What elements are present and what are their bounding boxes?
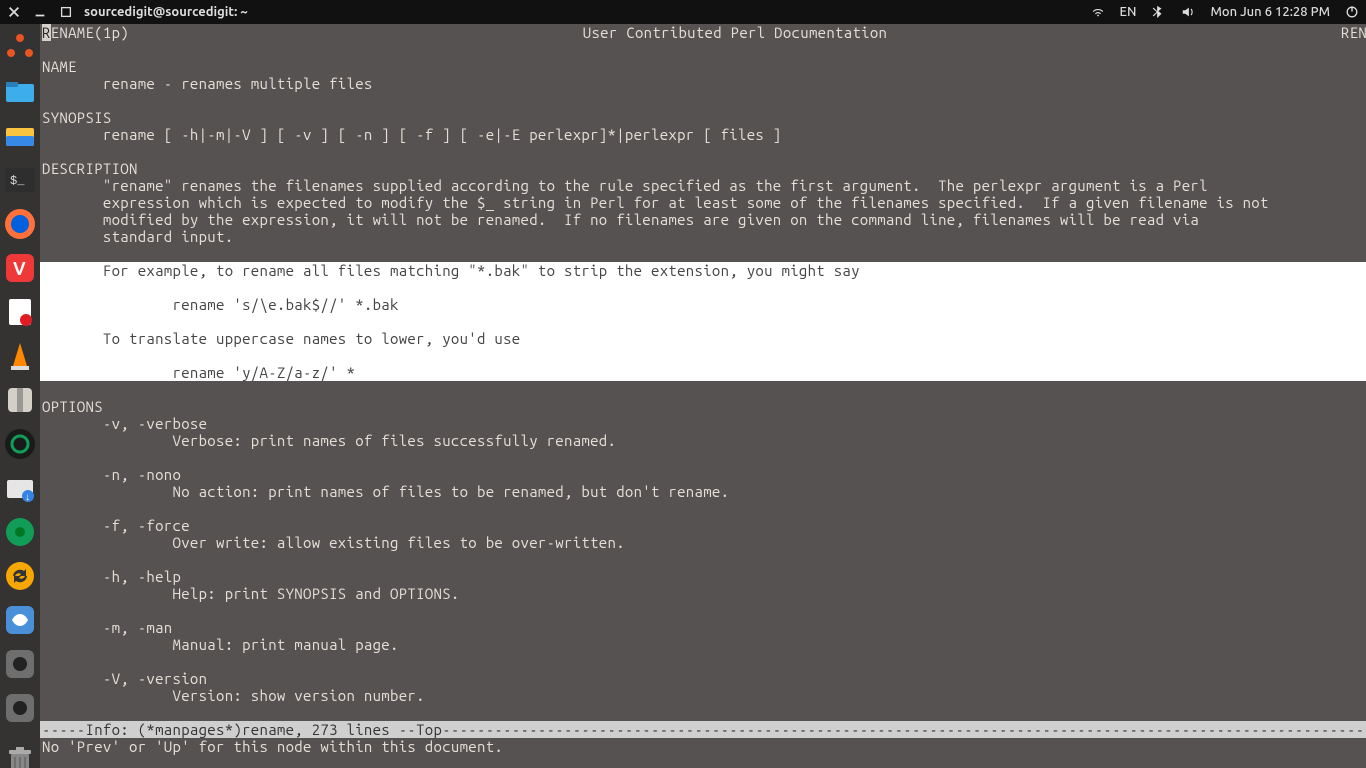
- firefox-app-icon[interactable]: [0, 206, 40, 242]
- topbar-left-group: sourcedigit@sourcedigit: ~: [6, 4, 248, 20]
- desc-line-2: expression which is expected to modify t…: [40, 194, 1366, 211]
- opt-n-desc: No action: print names of files to be re…: [40, 483, 1366, 500]
- nautilus-app-icon[interactable]: [0, 118, 40, 154]
- example-intro: For example, to rename all files matchin…: [40, 262, 1366, 279]
- opt-m-desc: Manual: print manual page.: [40, 636, 1366, 653]
- example-translate: To translate uppercase names to lower, y…: [40, 330, 1366, 347]
- maximize-icon[interactable]: [58, 4, 74, 20]
- highlighted-region: For example, to rename all files matchin…: [40, 262, 1366, 381]
- emacs-minibuffer: No 'Prev' or 'Up' for this node within t…: [40, 738, 1366, 755]
- topbar-right-group: EN Mon Jun 6 12:28 PM: [1090, 4, 1360, 20]
- opt-n-flag: -n, -nono: [40, 466, 1366, 483]
- man-header-left: ENAME(1p): [51, 24, 129, 41]
- svg-text:V: V: [13, 259, 26, 279]
- terminal-window[interactable]: RENAME(1p) User Contributed Perl Documen…: [40, 24, 1366, 768]
- power-icon[interactable]: [1344, 4, 1360, 20]
- opt-h-desc: Help: print SYNOPSIS and OPTIONS.: [40, 585, 1366, 602]
- section-synopsis-title: SYNOPSIS: [40, 109, 1366, 126]
- vivaldi-app-icon[interactable]: V: [0, 250, 40, 286]
- app-icon-blue[interactable]: [0, 602, 40, 638]
- show-apps-button[interactable]: [0, 30, 40, 66]
- volume-icon[interactable]: [1180, 4, 1196, 20]
- archive-app-icon[interactable]: [0, 382, 40, 418]
- launcher-dock: $_ V ↓: [0, 24, 40, 768]
- terminal-app-icon[interactable]: $_: [0, 162, 40, 198]
- example-cmd-2: rename 'y/A-Z/a-z/' *: [40, 364, 1366, 381]
- datetime[interactable]: Mon Jun 6 12:28 PM: [1210, 5, 1330, 19]
- trash-icon[interactable]: [0, 742, 40, 768]
- software-app-icon[interactable]: ↓: [0, 470, 40, 506]
- app-icon-grey-1[interactable]: [0, 646, 40, 682]
- main-row: $_ V ↓ RENAME(1p) User Contributed Perl …: [0, 24, 1366, 768]
- svg-text:$_: $_: [10, 174, 25, 188]
- man-header-right: RENAME(1p): [1341, 24, 1366, 41]
- opt-m-flag: -m, -man: [40, 619, 1366, 636]
- opt-f-desc: Over write: allow existing files to be o…: [40, 534, 1366, 551]
- section-description-title: DESCRIPTION: [40, 160, 1366, 177]
- cursor: R: [42, 24, 51, 41]
- minimize-icon[interactable]: [32, 4, 48, 20]
- opt-v-flag: -v, -verbose: [40, 415, 1366, 432]
- vlc-app-icon[interactable]: [0, 338, 40, 374]
- obs-app-icon[interactable]: [0, 426, 40, 462]
- input-language[interactable]: EN: [1120, 5, 1137, 19]
- section-name-body: rename - renames multiple files: [40, 75, 1366, 92]
- terminal-content[interactable]: RENAME(1p) User Contributed Perl Documen…: [40, 24, 1366, 768]
- app-icon-grey-2[interactable]: [0, 690, 40, 726]
- opt-V-desc: Version: show version number.: [40, 687, 1366, 704]
- close-icon[interactable]: [6, 4, 22, 20]
- svg-text:↓: ↓: [25, 491, 30, 502]
- man-header-row: RENAME(1p) User Contributed Perl Documen…: [40, 24, 1366, 41]
- top-bar: sourcedigit@sourcedigit: ~ EN Mon Jun 6 …: [0, 0, 1366, 24]
- opt-f-flag: -f, -force: [40, 517, 1366, 534]
- opt-V-flag: -V, -version: [40, 670, 1366, 687]
- section-name-title: NAME: [40, 58, 1366, 75]
- bluetooth-icon[interactable]: [1150, 4, 1166, 20]
- desc-line-4: standard input.: [40, 228, 1366, 245]
- desc-line-3: modified by the expression, it will not …: [40, 211, 1366, 228]
- sync-app-icon[interactable]: [0, 558, 40, 594]
- opt-v-desc: Verbose: print names of files successful…: [40, 432, 1366, 449]
- window-title: sourcedigit@sourcedigit: ~: [84, 5, 248, 19]
- desc-line-1: "rename" renames the filenames supplied …: [40, 177, 1366, 194]
- wifi-icon[interactable]: [1090, 4, 1106, 20]
- man-header-center: User Contributed Perl Documentation: [583, 24, 888, 41]
- example-cmd-1: rename 's/\e.bak$//' *.bak: [40, 296, 1366, 313]
- emacs-modeline: -----Info: (*manpages*)rename, 273 lines…: [40, 721, 1366, 738]
- files-app-icon[interactable]: [0, 74, 40, 110]
- section-options-title: OPTIONS: [40, 398, 1366, 415]
- settings-app-icon[interactable]: [0, 514, 40, 550]
- opt-h-flag: -h, -help: [40, 568, 1366, 585]
- gedit-app-icon[interactable]: [0, 294, 40, 330]
- section-synopsis-body: rename [ -h|-m|-V ] [ -v ] [ -n ] [ -f ]…: [40, 126, 1366, 143]
